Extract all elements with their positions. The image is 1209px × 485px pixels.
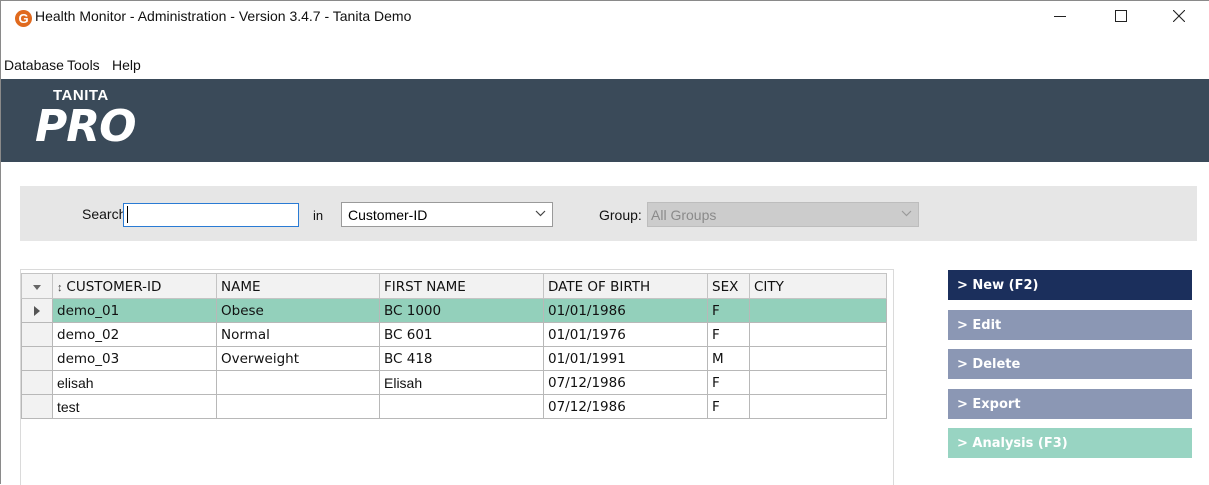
- cell-sex[interactable]: F: [707, 298, 750, 323]
- minimize-button[interactable]: [1037, 1, 1083, 31]
- table-row[interactable]: elisah Elisah 07/12/1986 F: [21, 370, 887, 395]
- cell-customer-id[interactable]: elisah: [52, 370, 217, 395]
- caret-down-icon: [33, 285, 41, 290]
- cell-name[interactable]: Normal: [216, 322, 380, 347]
- column-header-customer-id[interactable]: ↕ CUSTOMER-ID: [52, 273, 217, 299]
- export-button[interactable]: > Export: [948, 389, 1192, 419]
- delete-button[interactable]: > Delete: [948, 349, 1192, 379]
- cell-date-of-birth[interactable]: 01/01/1991: [543, 346, 708, 371]
- row-header[interactable]: [21, 370, 53, 395]
- menu-database[interactable]: Database: [4, 57, 64, 73]
- search-field-value: Customer-ID: [348, 207, 428, 223]
- cell-sex[interactable]: F: [707, 370, 750, 395]
- column-header-city[interactable]: CITY: [749, 273, 887, 299]
- cell-sex[interactable]: F: [707, 394, 750, 419]
- cell-date-of-birth[interactable]: 07/12/1986: [543, 394, 708, 419]
- search-input[interactable]: [123, 203, 299, 227]
- table-row[interactable]: test 07/12/1986 F: [21, 394, 887, 419]
- header-banner: TANITA PRO: [1, 79, 1209, 162]
- cell-city[interactable]: [749, 298, 887, 323]
- row-header[interactable]: [21, 298, 53, 323]
- column-header-first-name[interactable]: FIRST NAME: [379, 273, 544, 299]
- cell-first-name[interactable]: BC 418: [379, 346, 544, 371]
- maximize-icon: [1115, 10, 1127, 22]
- table-row[interactable]: demo_02 Normal BC 601 01/01/1976 F: [21, 322, 887, 347]
- cell-customer-id[interactable]: demo_01: [52, 298, 217, 323]
- cell-sex[interactable]: M: [707, 346, 750, 371]
- group-value: All Groups: [651, 207, 717, 223]
- sort-icon: ↕: [57, 281, 63, 294]
- edit-button[interactable]: > Edit: [948, 310, 1192, 340]
- row-header[interactable]: [21, 322, 53, 347]
- cell-first-name[interactable]: BC 1000: [379, 298, 544, 323]
- cell-city[interactable]: [749, 346, 887, 371]
- cell-first-name[interactable]: [379, 394, 544, 419]
- row-header[interactable]: [21, 394, 53, 419]
- cell-name[interactable]: Overweight: [216, 346, 380, 371]
- cell-name[interactable]: [216, 394, 380, 419]
- cell-city[interactable]: [749, 370, 887, 395]
- close-button[interactable]: [1156, 1, 1202, 31]
- menu-help[interactable]: Help: [112, 57, 141, 73]
- chevron-down-icon: [901, 210, 912, 217]
- in-label: in: [313, 208, 324, 223]
- minimize-icon: [1054, 16, 1066, 17]
- group-label: Group:: [599, 207, 642, 223]
- text-cursor: [127, 206, 128, 223]
- search-field-select[interactable]: Customer-ID: [341, 202, 553, 227]
- cell-date-of-birth[interactable]: 07/12/1986: [543, 370, 708, 395]
- menu-bar: Database Tools Help: [1, 53, 301, 73]
- column-header-name[interactable]: NAME: [216, 273, 380, 299]
- cell-first-name[interactable]: BC 601: [379, 322, 544, 347]
- current-row-arrow-icon: [34, 305, 40, 316]
- cell-first-name[interactable]: Elisah: [379, 370, 544, 395]
- group-select[interactable]: All Groups: [647, 202, 919, 227]
- cell-date-of-birth[interactable]: 01/01/1976: [543, 322, 708, 347]
- window-title: Health Monitor - Administration - Versio…: [35, 8, 412, 24]
- cell-customer-id[interactable]: test: [52, 394, 217, 419]
- table-header-row: ↕ CUSTOMER-ID NAME FIRST NAME DATE OF BI…: [21, 273, 887, 299]
- chevron-down-icon: [535, 210, 546, 217]
- cell-city[interactable]: [749, 322, 887, 347]
- app-logo-icon: G: [15, 10, 32, 27]
- close-icon: [1172, 9, 1186, 23]
- table-row[interactable]: demo_03 Overweight BC 418 01/01/1991 M: [21, 346, 887, 371]
- maximize-button[interactable]: [1098, 1, 1144, 31]
- application-window: G Health Monitor - Administration - Vers…: [0, 0, 1209, 485]
- analysis-button[interactable]: > Analysis (F3): [948, 428, 1192, 458]
- cell-customer-id[interactable]: demo_03: [52, 346, 217, 371]
- cell-city[interactable]: [749, 394, 887, 419]
- new-button[interactable]: > New (F2): [948, 270, 1192, 300]
- menu-tools[interactable]: Tools: [67, 57, 100, 73]
- row-selector-header[interactable]: [21, 273, 53, 299]
- column-header-date-of-birth[interactable]: DATE OF BIRTH: [543, 273, 708, 299]
- column-header-sex[interactable]: SEX: [707, 273, 750, 299]
- cell-customer-id[interactable]: demo_02: [52, 322, 217, 347]
- cell-name[interactable]: Obese: [216, 298, 380, 323]
- cell-date-of-birth[interactable]: 01/01/1986: [543, 298, 708, 323]
- product-logo-text: PRO: [35, 101, 137, 152]
- cell-sex[interactable]: F: [707, 322, 750, 347]
- title-bar: G Health Monitor - Administration - Vers…: [1, 1, 1209, 31]
- row-header[interactable]: [21, 346, 53, 371]
- table-row[interactable]: demo_01 Obese BC 1000 01/01/1986 F: [21, 298, 887, 323]
- customer-table: ↕ CUSTOMER-ID NAME FIRST NAME DATE OF BI…: [21, 273, 887, 419]
- cell-name[interactable]: [216, 370, 380, 395]
